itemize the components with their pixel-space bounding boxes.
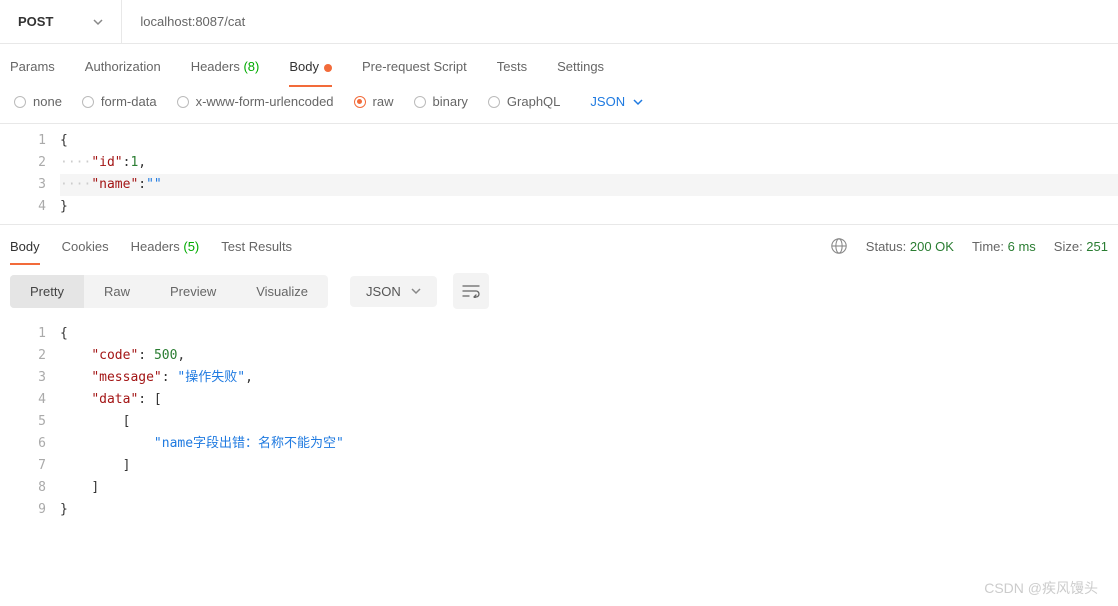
unsaved-dot-icon [324,64,332,72]
radio-icon [414,96,426,108]
resp-tab-cookies[interactable]: Cookies [62,239,109,254]
line-gutter: 1 2 3 4 5 6 7 8 9 [0,317,60,527]
request-url-value: localhost:8087/cat [140,14,245,29]
wrap-lines-button[interactable] [453,273,489,309]
view-tab-preview[interactable]: Preview [150,275,236,308]
radio-icon [488,96,500,108]
http-method-select[interactable]: POST [0,0,122,43]
http-method-value: POST [18,14,53,29]
time-label: Time: 6 ms [972,239,1036,254]
globe-icon[interactable] [830,237,848,255]
response-tabs: Body Cookies Headers (5) Test Results [10,239,830,254]
wrap-icon [462,284,480,298]
response-body-viewer[interactable]: 1 2 3 4 5 6 7 8 9 { "code": 500, "messag… [0,317,1118,527]
radio-icon [177,96,189,108]
tab-prerequest[interactable]: Pre-request Script [362,59,467,74]
radio-icon [82,96,94,108]
response-meta: Status: 200 OK Time: 6 ms Size: 251 [830,237,1108,255]
view-tab-raw[interactable]: Raw [84,275,150,308]
radio-icon [354,96,366,108]
size-label: Size: 251 [1054,239,1108,254]
view-tabs: Pretty Raw Preview Visualize [10,275,328,308]
tab-authorization[interactable]: Authorization [85,59,161,74]
response-format-select[interactable]: JSON [350,276,437,307]
code-area: { ····"id":1, ····"name":"" } [60,124,1118,224]
radio-form-data[interactable]: form-data [82,94,157,109]
chevron-down-icon [411,286,421,296]
request-bar: POST localhost:8087/cat [0,0,1118,44]
status-label: Status: 200 OK [866,239,954,254]
tab-headers[interactable]: Headers (8) [191,59,260,74]
chevron-down-icon [633,97,643,107]
radio-icon [14,96,26,108]
resp-tab-test-results[interactable]: Test Results [221,239,292,254]
body-type-row: none form-data x-www-form-urlencoded raw… [0,86,1118,124]
tab-tests[interactable]: Tests [497,59,527,74]
view-tab-visualize[interactable]: Visualize [236,275,328,308]
response-view-row: Pretty Raw Preview Visualize JSON [0,265,1118,317]
raw-format-select[interactable]: JSON [590,94,643,109]
radio-urlencoded[interactable]: x-www-form-urlencoded [177,94,334,109]
view-tab-pretty[interactable]: Pretty [10,275,84,308]
code-area: { "code": 500, "message": "操作失败", "data"… [60,317,1118,527]
response-tabs-row: Body Cookies Headers (5) Test Results St… [0,224,1118,265]
request-tabs: Params Authorization Headers (8) Body Pr… [0,44,1118,86]
tab-settings[interactable]: Settings [557,59,604,74]
request-url-input[interactable]: localhost:8087/cat [122,0,1118,43]
radio-none[interactable]: none [14,94,62,109]
radio-raw[interactable]: raw [354,94,394,109]
line-gutter: 1 2 3 4 [0,124,60,224]
watermark: CSDN @疾风馒头 [984,578,1098,598]
request-body-editor[interactable]: 1 2 3 4 { ····"id":1, ····"name":"" } [0,124,1118,224]
resp-tab-headers[interactable]: Headers (5) [131,239,200,254]
tab-body[interactable]: Body [289,59,332,74]
resp-tab-body[interactable]: Body [10,239,40,254]
chevron-down-icon [93,17,103,27]
radio-graphql[interactable]: GraphQL [488,94,560,109]
tab-params[interactable]: Params [10,59,55,74]
radio-binary[interactable]: binary [414,94,468,109]
